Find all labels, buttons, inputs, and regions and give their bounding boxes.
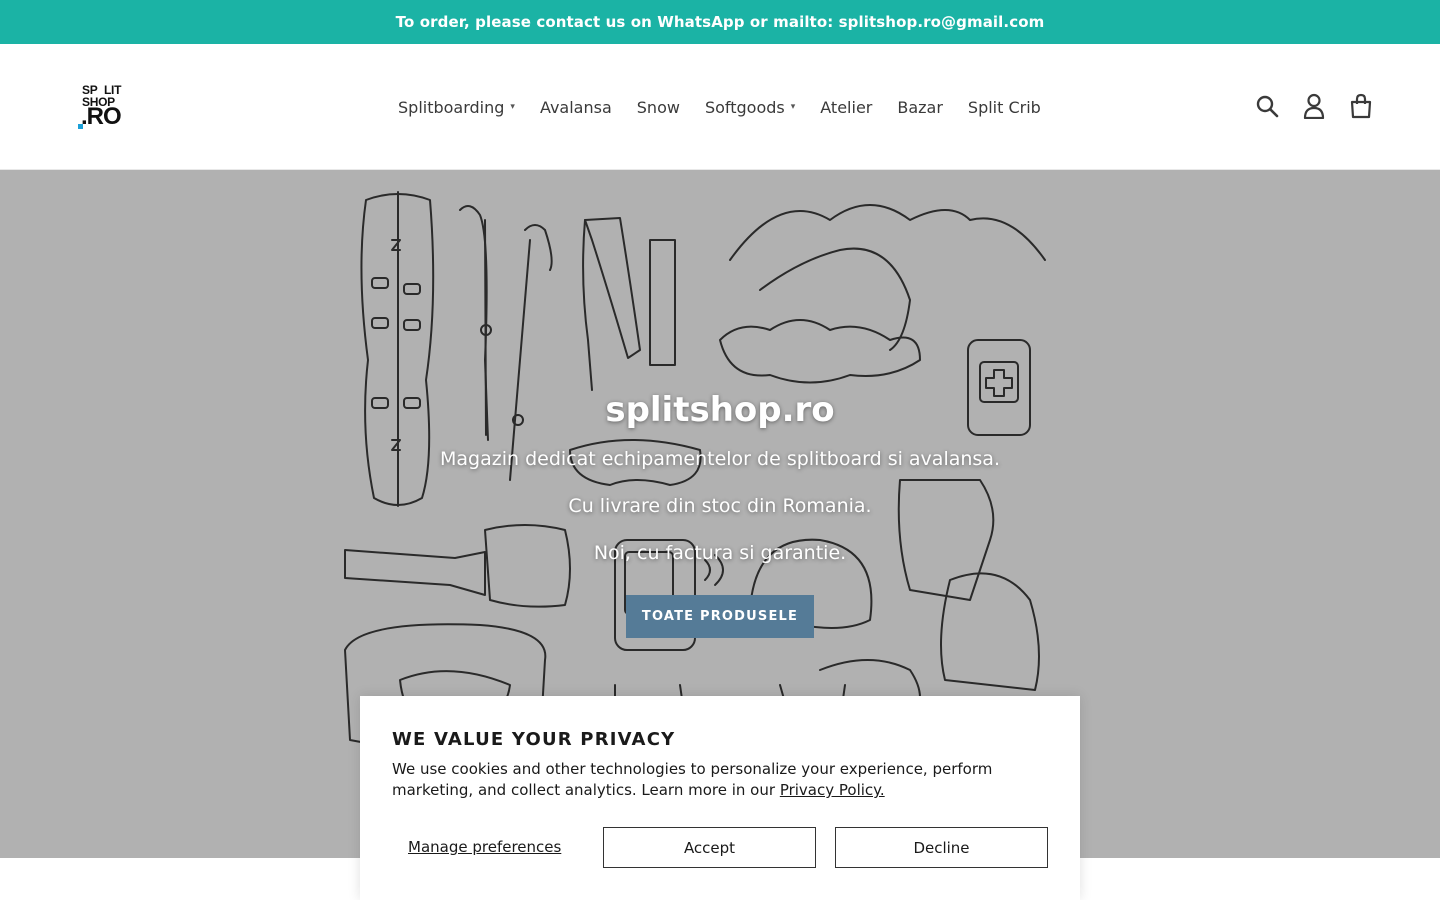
nav-item-label: Atelier [820,97,873,117]
hero-tagline-2: Cu livrare din stoc din Romania. [568,495,872,517]
cart-button[interactable] [1348,92,1374,120]
nav-item-label: Bazar [897,97,943,117]
privacy-policy-link[interactable]: Privacy Policy. [780,781,885,799]
logo-accent-dot [78,124,83,129]
announcement-bar: To order, please contact us on WhatsApp … [0,0,1440,44]
hero-title: splitshop.ro [605,390,835,430]
nav-item-label: Softgoods [704,97,785,117]
chevron-down-icon: ▾ [790,102,796,112]
cookie-description: We use cookies and other technologies to… [392,760,993,799]
nav-item-splitboarding[interactable]: Splitboarding ▾ [398,98,515,117]
site-header: SP LIT SHOP .RO Splitboarding ▾ Avalansa… [0,44,1440,170]
announcement-text: To order, please contact us on WhatsApp … [395,13,1045,31]
logo-line-3: .RO [81,103,122,130]
nav-item-label: Snow [636,97,680,117]
cart-icon [1350,93,1372,119]
account-icon [1303,93,1325,119]
all-products-button[interactable]: TOATE PRODUSELE [626,595,814,638]
hero-tagline-3: Noi, cu factura si garantie. [593,542,847,564]
nav-item-label: Avalansa [539,97,612,117]
header-icons [1233,92,1374,120]
search-icon [1256,95,1279,118]
nav-item-label: Splitboarding [398,97,505,117]
decline-button[interactable]: Decline [835,827,1048,868]
nav-item-split-crib[interactable]: Split Crib [968,98,1041,117]
cookie-text: We use cookies and other technologies to… [392,759,1052,801]
nav-item-snow[interactable]: Snow [637,98,680,117]
account-button[interactable] [1301,92,1327,120]
nav-item-label: Split Crib [967,97,1041,117]
search-button[interactable] [1254,92,1280,120]
cookie-title: WE VALUE YOUR PRIVACY [392,729,676,750]
nav-item-avalansa[interactable]: Avalansa [540,98,612,117]
nav-item-softgoods[interactable]: Softgoods ▾ [705,98,795,117]
cookie-consent-banner: WE VALUE YOUR PRIVACY We use cookies and… [360,696,1080,900]
site-logo[interactable]: SP LIT SHOP .RO [78,80,130,132]
hero-tagline-1: Magazin dedicat echipamentelor de splitb… [440,448,1000,470]
accept-button[interactable]: Accept [603,827,816,868]
hero-content: splitshop.ro Magazin dedicat echipamente… [0,390,1440,589]
nav-item-atelier[interactable]: Atelier [820,98,872,117]
chevron-down-icon: ▾ [510,102,515,112]
nav-item-bazar[interactable]: Bazar [897,98,943,117]
manage-preferences-link[interactable]: Manage preferences [408,838,561,856]
main-navigation: Splitboarding ▾ Avalansa Snow Softgoods … [398,96,1066,118]
